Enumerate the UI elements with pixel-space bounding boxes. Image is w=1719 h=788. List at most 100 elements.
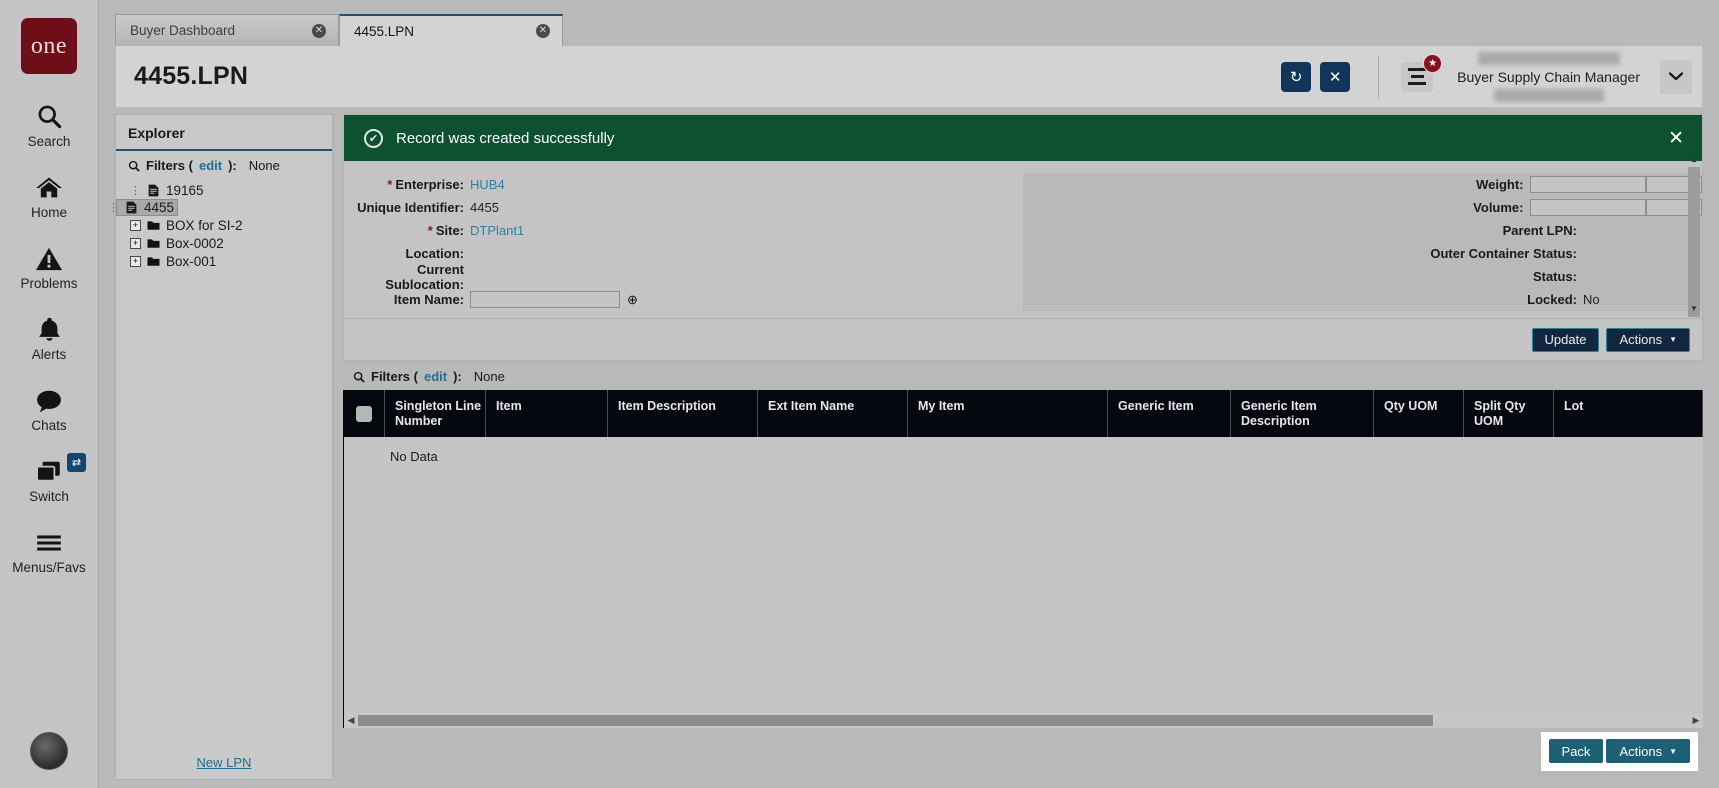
tab-label: 4455.LPN xyxy=(354,24,414,39)
column-header-generic-item[interactable]: Generic Item xyxy=(1108,390,1231,437)
select-all-header[interactable] xyxy=(343,390,385,437)
new-lpn-link[interactable]: New LPN xyxy=(197,755,252,770)
expand-toggle-icon[interactable]: + xyxy=(130,238,141,249)
field-label: Parent LPN: xyxy=(1023,223,1583,238)
tab-buyer-dashboard[interactable]: Buyer Dashboard ✕ xyxy=(115,14,339,46)
rail-label-search: Search xyxy=(28,134,71,149)
grid-filters-edit-link[interactable]: edit xyxy=(424,369,447,384)
tree-connector: ⋮ xyxy=(130,184,141,197)
field-label: Current Sublocation: xyxy=(344,262,470,292)
scrollbar-thumb[interactable] xyxy=(1688,167,1700,317)
banner-close-icon[interactable]: ✕ xyxy=(1668,127,1684,150)
column-header-qty-uom[interactable]: Qty UOM xyxy=(1374,390,1464,437)
label-text: Enterprise: xyxy=(395,177,464,192)
update-button[interactable]: Update xyxy=(1532,328,1600,352)
switch-badge-icon[interactable]: ⇄ xyxy=(67,453,86,472)
field-value[interactable]: HUB4 xyxy=(470,177,505,192)
explorer-title: Explorer xyxy=(116,115,332,151)
tree-connector: ⋮ xyxy=(108,201,119,214)
footer-action-bar: Pack Actions ▼ xyxy=(343,728,1703,780)
menu-button[interactable]: ★ xyxy=(1401,62,1433,92)
grid-horizontal-scrollbar[interactable]: ◀ ▶ xyxy=(343,713,1703,728)
explorer-filters-suffix: ): xyxy=(228,158,237,173)
form-actions-button[interactable]: Actions ▼ xyxy=(1606,328,1690,352)
column-header-my-item[interactable]: My Item xyxy=(908,390,1108,437)
grid-filters-value: None xyxy=(474,369,505,384)
rail-label-problems: Problems xyxy=(20,276,77,291)
tab-close-icon[interactable]: ✕ xyxy=(536,24,550,38)
scrollbar-thumb[interactable] xyxy=(358,715,1433,726)
rail-item-alerts[interactable]: Alerts xyxy=(0,313,98,362)
header-divider xyxy=(1378,55,1379,99)
favorite-star-badge-icon: ★ xyxy=(1423,54,1442,73)
rail-item-switch[interactable]: ⇄ Switch xyxy=(0,455,98,504)
field-current-sublocation: Current Sublocation: xyxy=(344,265,1023,288)
user-menu-caret[interactable] xyxy=(1660,60,1692,94)
update-button-label: Update xyxy=(1545,332,1587,347)
scroll-left-icon[interactable]: ◀ xyxy=(344,715,358,726)
tab-close-icon[interactable]: ✕ xyxy=(312,24,326,38)
refresh-button[interactable]: ↻ xyxy=(1281,62,1311,92)
grid-filters: Filters ( edit ): None xyxy=(343,367,1703,390)
user-name-redacted xyxy=(1478,52,1620,65)
grid-filters-label: Filters ( xyxy=(371,369,418,384)
user-identity: Buyer Supply Chain Manager xyxy=(1457,52,1640,102)
hamburger-icon xyxy=(35,526,63,559)
field-value[interactable]: DTPlant1 xyxy=(470,223,524,238)
explorer-tree: ⋮ 19165 ⋮ 4455 + BOX for SI-2 xyxy=(116,179,332,747)
field-label: Outer Container Status: xyxy=(1023,246,1583,261)
tree-node-4455[interactable]: ⋮ 4455 xyxy=(116,199,178,216)
scroll-up-icon[interactable]: ▲ xyxy=(1688,155,1700,167)
rail-item-home[interactable]: Home xyxy=(0,171,98,220)
highlighted-actions-group: Pack Actions ▼ xyxy=(1541,732,1698,771)
weight-input[interactable] xyxy=(1530,176,1646,193)
volume-input[interactable] xyxy=(1530,199,1646,216)
item-name-input[interactable] xyxy=(470,291,620,308)
tree-node-label: 4455 xyxy=(144,200,174,215)
tree-node-box-001[interactable]: + Box-001 xyxy=(116,252,332,270)
column-header-singleton-line-number[interactable]: Singleton Line Number xyxy=(385,390,486,437)
line-items-grid: Filters ( edit ): None Singleton Line Nu… xyxy=(343,367,1703,728)
column-header-lot[interactable]: Lot xyxy=(1554,390,1703,437)
column-header-generic-item-description[interactable]: Generic Item Description xyxy=(1231,390,1374,437)
tree-node-box-for-si-2[interactable]: + BOX for SI-2 xyxy=(116,216,332,234)
column-header-split-qty-uom[interactable]: Split Qty UOM xyxy=(1464,390,1554,437)
column-header-item[interactable]: Item xyxy=(486,390,608,437)
column-header-item-description[interactable]: Item Description xyxy=(608,390,758,437)
explorer-filters-edit-link[interactable]: edit xyxy=(199,158,222,173)
tree-node-box-0002[interactable]: + Box-0002 xyxy=(116,234,332,252)
rail-item-problems[interactable]: Problems xyxy=(0,242,98,291)
tab-strip: Buyer Dashboard ✕ 4455.LPN ✕ xyxy=(99,0,1719,46)
footer-actions-button[interactable]: Actions ▼ xyxy=(1606,739,1690,763)
scrollbar-track[interactable] xyxy=(358,715,1689,726)
success-message: Record was created successfully xyxy=(396,130,614,147)
chevron-down-icon: ▼ xyxy=(1669,335,1677,344)
user-menu[interactable]: Buyer Supply Chain Manager xyxy=(1457,52,1692,102)
tree-node-19165[interactable]: ⋮ 19165 xyxy=(116,181,332,199)
explorer-filters: Filters ( edit ): None xyxy=(116,151,332,179)
rail-item-menus-favs[interactable]: Menus/Favs xyxy=(0,526,98,575)
detail-content: ✔ Record was created successfully ✕ *Ent… xyxy=(343,114,1703,780)
select-all-checkbox[interactable] xyxy=(356,406,372,422)
scroll-right-icon[interactable]: ▶ xyxy=(1689,715,1703,726)
field-label: *Site: xyxy=(344,223,470,238)
search-icon xyxy=(128,160,140,172)
grid-header-row: Singleton Line Number Item Item Descript… xyxy=(343,390,1703,437)
form-vertical-scrollbar[interactable]: ▲ ▼ xyxy=(1688,167,1700,316)
rail-item-chats[interactable]: Chats xyxy=(0,384,98,433)
rail-item-search[interactable]: Search xyxy=(0,100,98,149)
header-controls: ↻ ✕ ★ Buyer Supply Chain Manager xyxy=(1272,46,1702,107)
expand-toggle-icon[interactable]: + xyxy=(130,220,141,231)
user-avatar[interactable] xyxy=(30,732,68,770)
refresh-icon: ↻ xyxy=(1290,68,1303,86)
home-icon xyxy=(35,171,63,204)
expand-toggle-icon[interactable]: + xyxy=(130,256,141,267)
field-label: Weight: xyxy=(1023,177,1530,192)
scroll-down-icon[interactable]: ▼ xyxy=(1688,304,1700,316)
item-name-lookup-icon[interactable]: ⊕ xyxy=(627,292,638,308)
close-page-button[interactable]: ✕ xyxy=(1320,62,1350,92)
tab-4455-lpn[interactable]: 4455.LPN ✕ xyxy=(339,14,563,46)
pack-button[interactable]: Pack xyxy=(1549,739,1604,763)
column-header-ext-item-name[interactable]: Ext Item Name xyxy=(758,390,908,437)
field-site: *Site: DTPlant1 xyxy=(344,219,1023,242)
